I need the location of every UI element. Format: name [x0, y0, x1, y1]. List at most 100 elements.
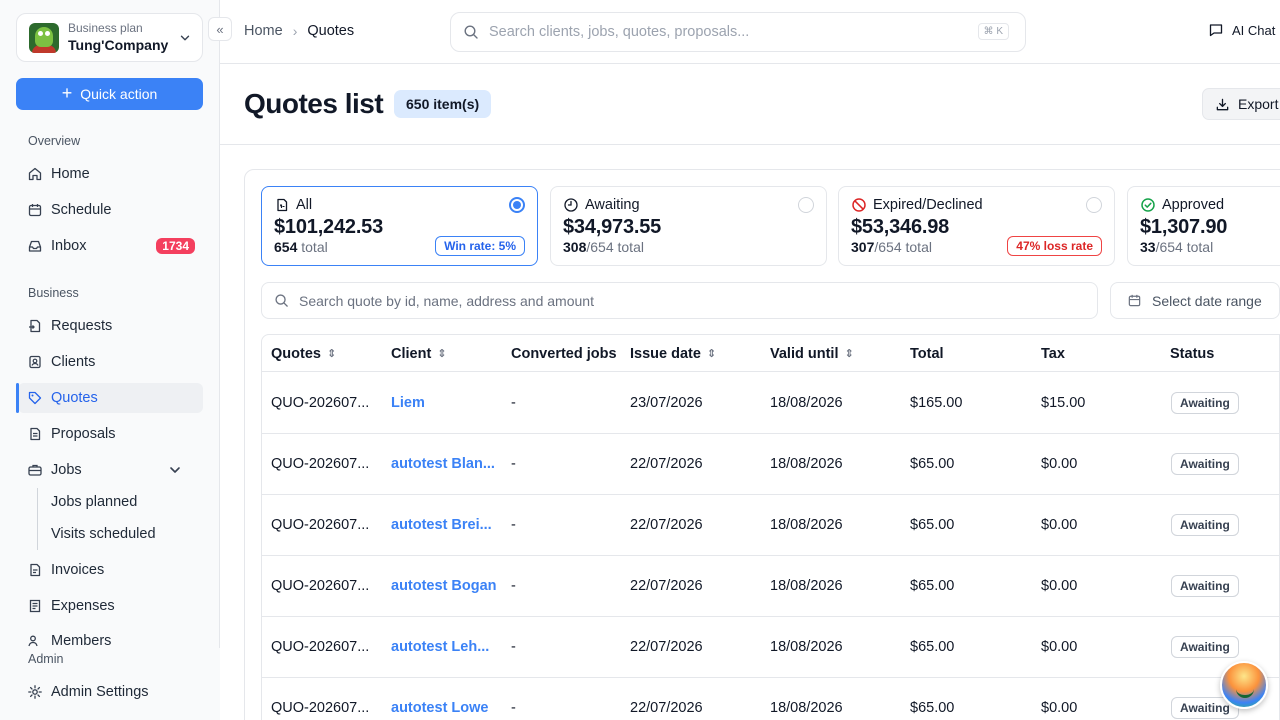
invoice-icon — [30, 563, 41, 577]
sidebar-item-label: Expenses — [51, 598, 115, 614]
total: $65.00 — [910, 700, 955, 716]
filter-card-expired-declined[interactable]: Expired/Declined $53,346.98 307/654 tota… — [838, 186, 1115, 266]
section-overview: Overview — [28, 134, 81, 148]
sidebar-item-label: Clients — [51, 354, 96, 370]
org-switcher[interactable]: Business plan Tung'Company — [16, 13, 203, 62]
sidebar-item-label: Schedule — [51, 202, 112, 218]
tax: $15.00 — [1041, 395, 1086, 411]
card-label: Awaiting — [585, 197, 640, 213]
sidebar-item-members[interactable]: Members — [18, 627, 203, 649]
table-row[interactable]: QUO-202607... autotest Brei... - 22/07/2026… — [262, 495, 1279, 556]
section-admin: Admin — [28, 652, 64, 666]
quick-action-button[interactable]: + Quick action — [16, 78, 203, 110]
col-converted-jobs: Converted jobs — [511, 345, 617, 362]
filter-card-all[interactable]: All $101,242.53 654 total Win rate: 5% — [261, 186, 538, 266]
org-name: Tung'Company — [68, 37, 169, 53]
filter-card-approved[interactable]: Approved $1,307.90 33/654 total — [1127, 186, 1280, 266]
table-row[interactable]: QUO-202607... autotest Lowe - 22/07/2026 18/… — [262, 678, 1279, 720]
users-icon — [28, 635, 38, 647]
table-row[interactable]: QUO-202607... autotest Bogan - 22/07/2026 18… — [262, 556, 1279, 617]
card-label: Approved — [1162, 197, 1225, 213]
gear-icon — [28, 685, 42, 699]
converted-jobs: - — [511, 517, 516, 533]
export-button[interactable]: Export — [1202, 88, 1280, 120]
search-placeholder: Search clients, jobs, quotes, proposals.… — [489, 24, 750, 40]
quote-search-input[interactable]: Search quote by id, name, address and am… — [261, 282, 1098, 319]
sidebar-subitem-visits-scheduled[interactable]: Visits scheduled — [51, 526, 156, 542]
client-link[interactable]: autotest Blan... — [391, 434, 495, 494]
table-row[interactable]: QUO-202607... autotest Leh... - 22/07/2026 1… — [262, 617, 1279, 678]
client-link[interactable]: autotest Leh... — [391, 617, 489, 677]
sidebar-item-requests[interactable]: Requests — [18, 311, 203, 341]
sidebar-item-clients[interactable]: Clients — [18, 347, 203, 377]
valid-until: 18/08/2026 — [770, 517, 843, 533]
issue-date: 22/07/2026 — [630, 517, 703, 533]
search-icon — [464, 25, 478, 39]
sidebar-item-label: Proposals — [51, 426, 116, 442]
card-count-suffix: /654 total — [874, 239, 932, 255]
table-row[interactable]: QUO-202607... Liem - 23/07/2026 18/08/2026 $1… — [262, 373, 1279, 434]
sidebar-item-expenses[interactable]: Expenses — [18, 591, 203, 621]
sidebar-item-proposals[interactable]: Proposals — [18, 419, 203, 449]
clock-icon — [564, 198, 578, 212]
col-client[interactable]: Client ⇕ — [391, 335, 447, 372]
card-count-suffix: total — [297, 239, 328, 255]
quote-search-placeholder: Search quote by id, name, address and am… — [299, 292, 594, 309]
client-link[interactable]: autotest Lowe — [391, 678, 488, 720]
col-status: Status — [1170, 345, 1215, 362]
sidebar-item-inbox[interactable]: Inbox 1734 — [18, 231, 203, 261]
filter-card-awaiting[interactable]: Awaiting $34,973.55 308/654 total — [550, 186, 827, 266]
sidebar-item-admin-settings[interactable]: Admin Settings — [18, 677, 203, 707]
client-link[interactable]: Liem — [391, 373, 425, 433]
card-radio[interactable] — [1086, 197, 1102, 213]
document-icon — [277, 198, 288, 212]
sidebar-subitem-jobs-planned[interactable]: Jobs planned — [51, 494, 137, 510]
search-shortcut: ⌘ K — [977, 23, 1009, 40]
tax: $0.00 — [1041, 639, 1078, 655]
check-circle-icon — [1141, 198, 1155, 212]
col-issue-date[interactable]: Issue date ⇕ — [630, 335, 716, 372]
card-count: 308 — [563, 239, 587, 255]
sidebar: Business plan Tung'Company + Quick actio… — [0, 0, 220, 720]
win-rate-badge: Win rate: 5% — [435, 236, 525, 256]
search-icon — [275, 294, 288, 307]
col-valid-until[interactable]: Valid until ⇕ — [770, 335, 854, 372]
ai-chat-button[interactable]: AI Chat — [1208, 22, 1275, 38]
client-link[interactable]: autotest Brei... — [391, 495, 492, 555]
assistant-fab[interactable] — [1220, 661, 1268, 709]
breadcrumb-home[interactable]: Home — [244, 23, 283, 39]
sidebar-item-home[interactable]: Home — [18, 159, 203, 189]
chevron-right-icon: › — [292, 23, 298, 39]
calendar-icon — [1128, 294, 1141, 307]
chevron-down-icon[interactable] — [167, 462, 183, 478]
sidebar-item-label: Admin Settings — [51, 684, 149, 700]
card-radio[interactable] — [798, 197, 814, 213]
export-label: Export — [1238, 96, 1279, 112]
table-header: Quotes ⇕ Client ⇕ Converted jobs Issue dat… — [262, 335, 1279, 372]
sidebar-item-quotes[interactable]: Quotes — [16, 383, 203, 413]
table-row[interactable]: QUO-202607... autotest Blan... - 22/07/2026… — [262, 434, 1279, 495]
org-avatar — [29, 22, 59, 53]
sidebar-item-jobs[interactable]: Jobs — [18, 455, 203, 485]
sidebar-item-invoices[interactable]: Invoices — [18, 555, 203, 585]
col-quotes[interactable]: Quotes ⇕ — [271, 335, 336, 372]
card-amount: $34,973.55 — [563, 216, 662, 238]
col-tax: Tax — [1041, 345, 1065, 362]
global-search-input[interactable]: Search clients, jobs, quotes, proposals.… — [450, 12, 1026, 52]
sort-icon: ⇕ — [706, 348, 717, 360]
total: $165.00 — [910, 395, 963, 411]
date-range-picker[interactable]: Select date range — [1110, 282, 1280, 319]
total: $65.00 — [910, 639, 955, 655]
issue-date: 22/07/2026 — [630, 639, 703, 655]
sidebar-item-schedule[interactable]: Schedule — [18, 195, 203, 225]
collapse-sidebar-button[interactable]: « — [208, 17, 232, 41]
converted-jobs: - — [511, 639, 516, 655]
quote-id: QUO-202607... — [271, 700, 370, 716]
status-badge: Awaiting — [1171, 453, 1239, 475]
client-link[interactable]: autotest Bogan — [391, 556, 497, 616]
section-business: Business — [28, 286, 79, 300]
issue-date: 23/07/2026 — [630, 395, 703, 411]
card-radio[interactable] — [509, 197, 525, 213]
sidebar-item-label: Home — [51, 166, 90, 182]
valid-until: 18/08/2026 — [770, 639, 843, 655]
